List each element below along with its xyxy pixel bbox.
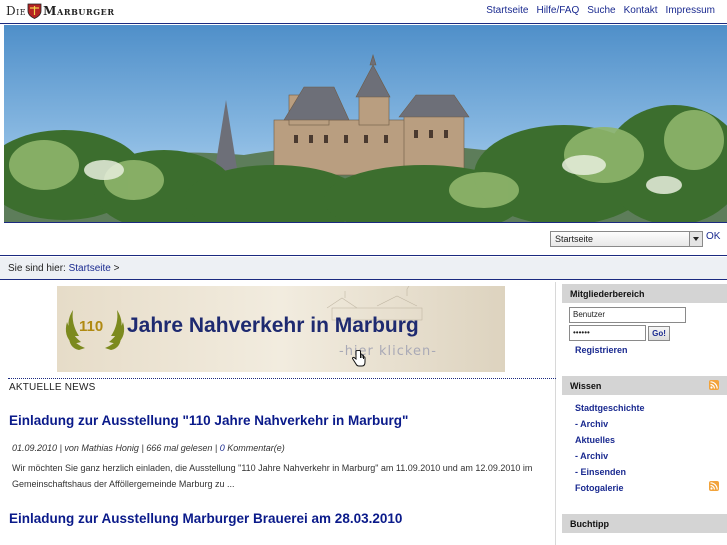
news-section-heading: AKTUELLE NEWS — [9, 382, 96, 393]
article-title[interactable]: Einladung zur Ausstellung Marburger Brau… — [9, 511, 402, 526]
article-comment-label: Kommentar(e) — [227, 443, 285, 453]
page-select[interactable]: Startseite — [550, 231, 703, 247]
sidebar-link-einsenden[interactable]: - Einsenden — [575, 467, 626, 477]
article-date: 01.09.2010 — [12, 443, 58, 453]
article-comment-count[interactable]: 0 — [220, 443, 225, 453]
rss-icon[interactable] — [709, 481, 719, 491]
nav-suche[interactable]: Suche — [587, 5, 615, 16]
username-field[interactable]: Benutzer — [569, 307, 686, 323]
wissen-box-heading: Wissen — [562, 376, 727, 395]
article-title[interactable]: Einladung zur Ausstellung "110 Jahre Nah… — [9, 413, 408, 428]
breadcrumb-prefix: Sie sind hier: — [8, 263, 66, 274]
rss-icon[interactable] — [709, 380, 719, 390]
breadcrumb-separator: > — [113, 263, 120, 274]
sidebar: Mitgliederbereich Benutzer •••••• Go! Re… — [562, 282, 727, 545]
nav-hilfe-faq[interactable]: Hilfe/FAQ — [536, 5, 579, 16]
sidebar-link-stadtgeschichte[interactable]: Stadtgeschichte — [575, 403, 645, 413]
top-navigation: Startseite Hilfe/FAQ Suche Kontakt Impre… — [486, 5, 715, 16]
nahverkehr-banner[interactable]: 110 Jahre Nahverkehr in Marburg -hier kl… — [57, 286, 505, 372]
sidebar-link-aktuelles[interactable]: Aktuelles — [575, 435, 615, 445]
banner-number: 110 — [79, 318, 104, 335]
article-author: | von Mathias Honig | 666 mal gelesen | — [59, 443, 218, 453]
register-link[interactable]: Registrieren — [575, 345, 628, 355]
wissen-title: Wissen — [570, 381, 602, 391]
nav-impressum[interactable]: Impressum — [666, 5, 715, 16]
section-divider — [8, 378, 556, 379]
hero-image — [4, 25, 727, 223]
article-teaser: Wir möchten Sie ganz herzlich einladen, … — [12, 463, 533, 489]
banner-title: Jahre Nahverkehr in Marburg — [127, 314, 419, 337]
crest-icon — [27, 3, 42, 19]
site-logo[interactable]: Die Marburger — [6, 3, 115, 19]
members-box-heading: Mitgliederbereich — [562, 284, 727, 303]
main-content: 110 Jahre Nahverkehr in Marburg -hier kl… — [4, 282, 556, 545]
logo-name: Marburger — [43, 4, 115, 18]
top-bar: Die Marburger Startseite Hilfe/FAQ Suche… — [0, 0, 727, 24]
breadcrumb: Sie sind hier: Startseite > — [0, 257, 727, 280]
article-meta: 01.09.2010 | von Mathias Honig | 666 mal… — [12, 443, 285, 453]
ok-button[interactable]: OK — [706, 231, 720, 242]
castle-landscape-image — [4, 25, 727, 222]
sidebar-link-archiv[interactable]: - Archiv — [575, 419, 608, 429]
logo-prefix: Die — [6, 4, 27, 18]
page-jump-row: Startseite OK — [0, 224, 727, 256]
page-select-value: Startseite — [555, 234, 594, 244]
hand-cursor-icon — [351, 350, 366, 367]
nav-startseite[interactable]: Startseite — [486, 5, 528, 16]
breadcrumb-home-link[interactable]: Startseite — [69, 263, 111, 274]
sidebar-link-archiv-2[interactable]: - Archiv — [575, 451, 608, 461]
sidebar-link-fotogalerie[interactable]: Fotogalerie — [575, 483, 624, 493]
buchtipp-box-heading: Buchtipp — [562, 514, 727, 533]
chevron-down-icon[interactable] — [689, 232, 702, 246]
password-field[interactable]: •••••• — [569, 325, 646, 341]
nav-kontakt[interactable]: Kontakt — [624, 5, 658, 16]
login-go-button[interactable]: Go! — [648, 326, 670, 341]
